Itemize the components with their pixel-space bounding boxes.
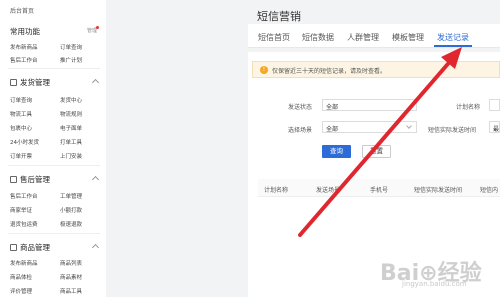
screen: 后台首页 常用功能 管理 发布新商品 订单查询 售后工作台 推广计划 发货管理 … (0, 0, 500, 297)
annotation-arrow-icon (298, 47, 462, 237)
